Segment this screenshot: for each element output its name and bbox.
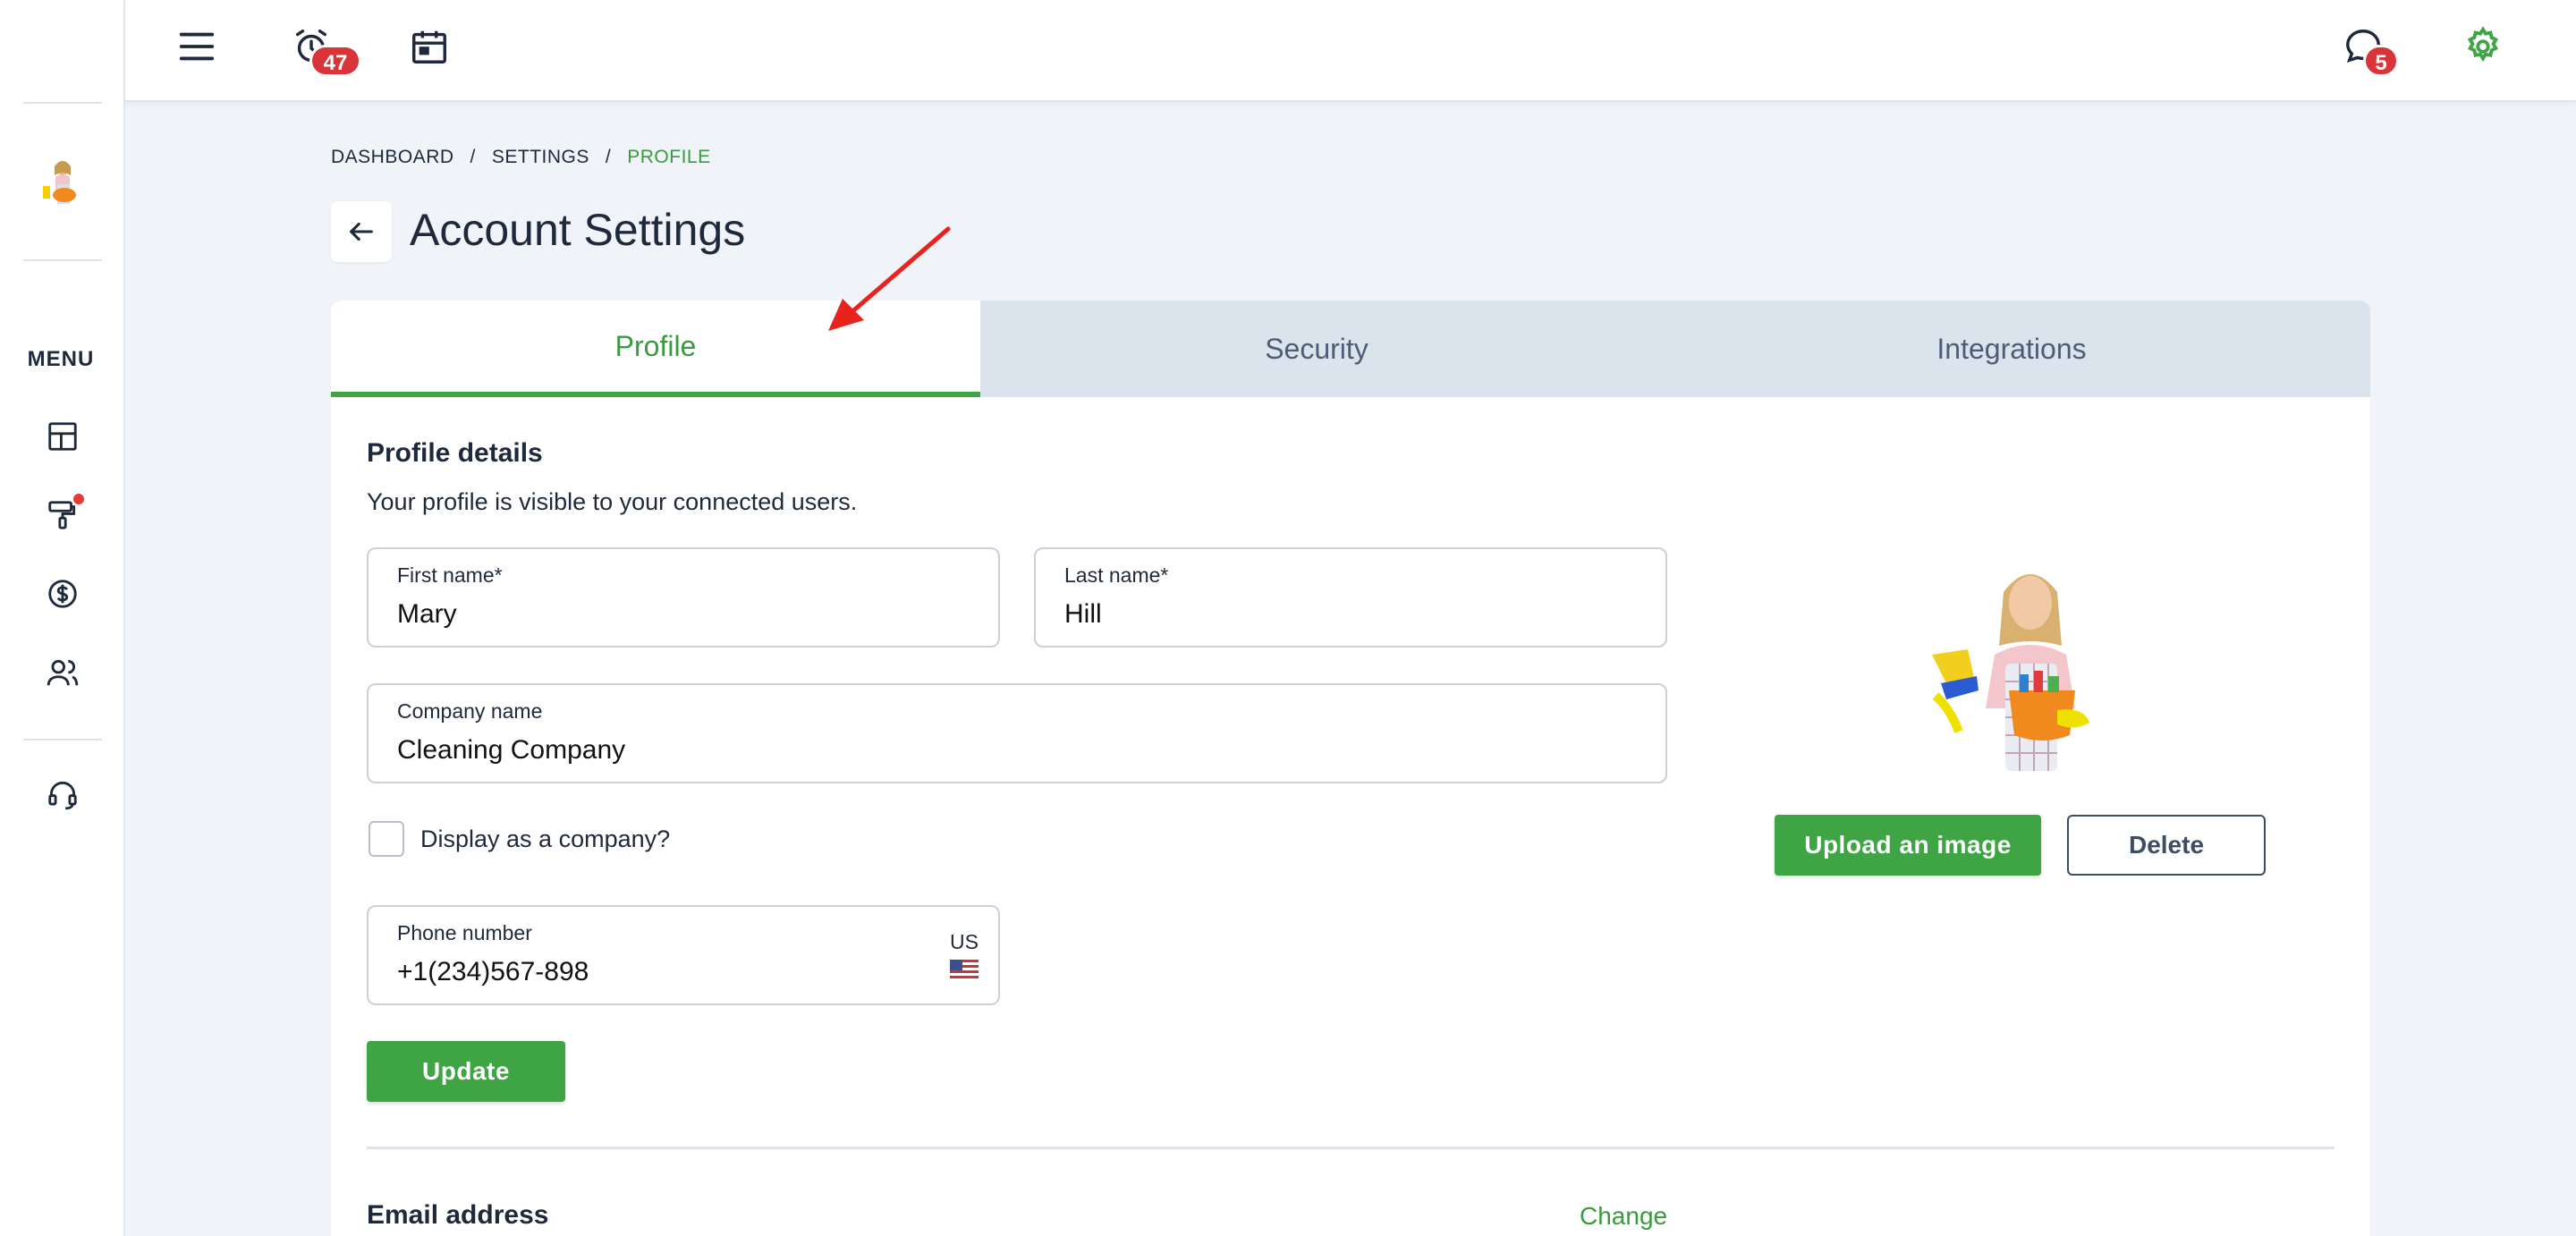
display-company-row: Display as a company?	[369, 821, 670, 857]
first-name-input[interactable]	[397, 599, 919, 630]
calendar-icon[interactable]	[404, 21, 454, 72]
section-description: Your profile is visible to your connecte…	[367, 488, 858, 515]
gear-icon[interactable]	[2458, 21, 2508, 72]
profile-photo	[1923, 556, 2138, 780]
back-button[interactable]	[331, 201, 392, 262]
change-email-link[interactable]: Change	[1580, 1202, 1667, 1231]
first-name-field[interactable]: First name*	[367, 547, 1000, 648]
country-code: US	[950, 930, 979, 953]
arrow-left-icon	[350, 222, 373, 241]
breadcrumb-profile: PROFILE	[627, 147, 711, 167]
support-headset-icon[interactable]	[43, 775, 82, 814]
email-section-title: Email address	[367, 1200, 549, 1230]
settings-card: Profile Security Integrations Profile de…	[331, 301, 2370, 1236]
section-title: Profile details	[367, 438, 543, 468]
chat-badge: 5	[2363, 45, 2399, 77]
page-title: Account Settings	[410, 205, 746, 255]
hamburger-menu-icon[interactable]	[172, 21, 222, 72]
first-name-label: First name*	[397, 563, 503, 587]
company-name-input[interactable]	[397, 735, 1587, 766]
menu-label: MENU	[27, 347, 95, 371]
breadcrumb-dashboard[interactable]: DASHBOARD	[331, 147, 454, 168]
users-icon[interactable]	[43, 653, 82, 692]
paint-roller-icon[interactable]	[43, 494, 84, 535]
sidebar: MENU	[0, 0, 125, 1236]
display-company-label[interactable]: Display as a company?	[420, 825, 670, 853]
update-button[interactable]: Update	[367, 1041, 565, 1102]
upload-image-button[interactable]: Upload an image	[1775, 815, 2041, 876]
notification-dot	[73, 494, 84, 504]
company-name-label: Company name	[397, 699, 543, 723]
section-divider	[367, 1147, 2334, 1149]
chat-icon[interactable]: 5	[2338, 21, 2399, 77]
breadcrumb-separator: /	[605, 147, 612, 167]
phone-number-input[interactable]	[397, 957, 919, 987]
phone-number-field[interactable]: Phone number US	[367, 905, 1000, 1005]
last-name-input[interactable]	[1064, 599, 1587, 630]
sidebar-divider	[23, 102, 102, 104]
delete-image-button[interactable]: Delete	[2067, 815, 2266, 876]
phone-number-label: Phone number	[397, 921, 532, 944]
last-name-field[interactable]: Last name*	[1034, 547, 1667, 648]
topbar: 47 5	[125, 0, 2576, 102]
alarm-badge: 47	[309, 45, 361, 77]
breadcrumb: DASHBOARD / SETTINGS / PROFILE	[331, 147, 711, 168]
display-company-checkbox[interactable]	[369, 821, 404, 857]
breadcrumb-separator: /	[470, 147, 476, 167]
us-flag-icon	[950, 960, 979, 979]
country-selector[interactable]: US	[950, 930, 979, 979]
breadcrumb-settings[interactable]: SETTINGS	[492, 147, 589, 168]
tab-security[interactable]: Security	[980, 301, 1653, 397]
last-name-label: Last name*	[1064, 563, 1169, 587]
avatar[interactable]	[39, 157, 86, 215]
tab-integrations[interactable]: Integrations	[1653, 301, 2370, 397]
company-name-field[interactable]: Company name	[367, 683, 1667, 783]
sidebar-divider	[23, 739, 102, 741]
annotation-arrow-icon	[828, 226, 951, 331]
dashboard-icon[interactable]	[43, 417, 82, 456]
tab-bar: Profile Security Integrations	[331, 301, 2370, 397]
alarm-clock-icon[interactable]: 47	[286, 21, 361, 77]
dollar-icon[interactable]	[43, 574, 82, 614]
sidebar-divider	[23, 259, 102, 261]
